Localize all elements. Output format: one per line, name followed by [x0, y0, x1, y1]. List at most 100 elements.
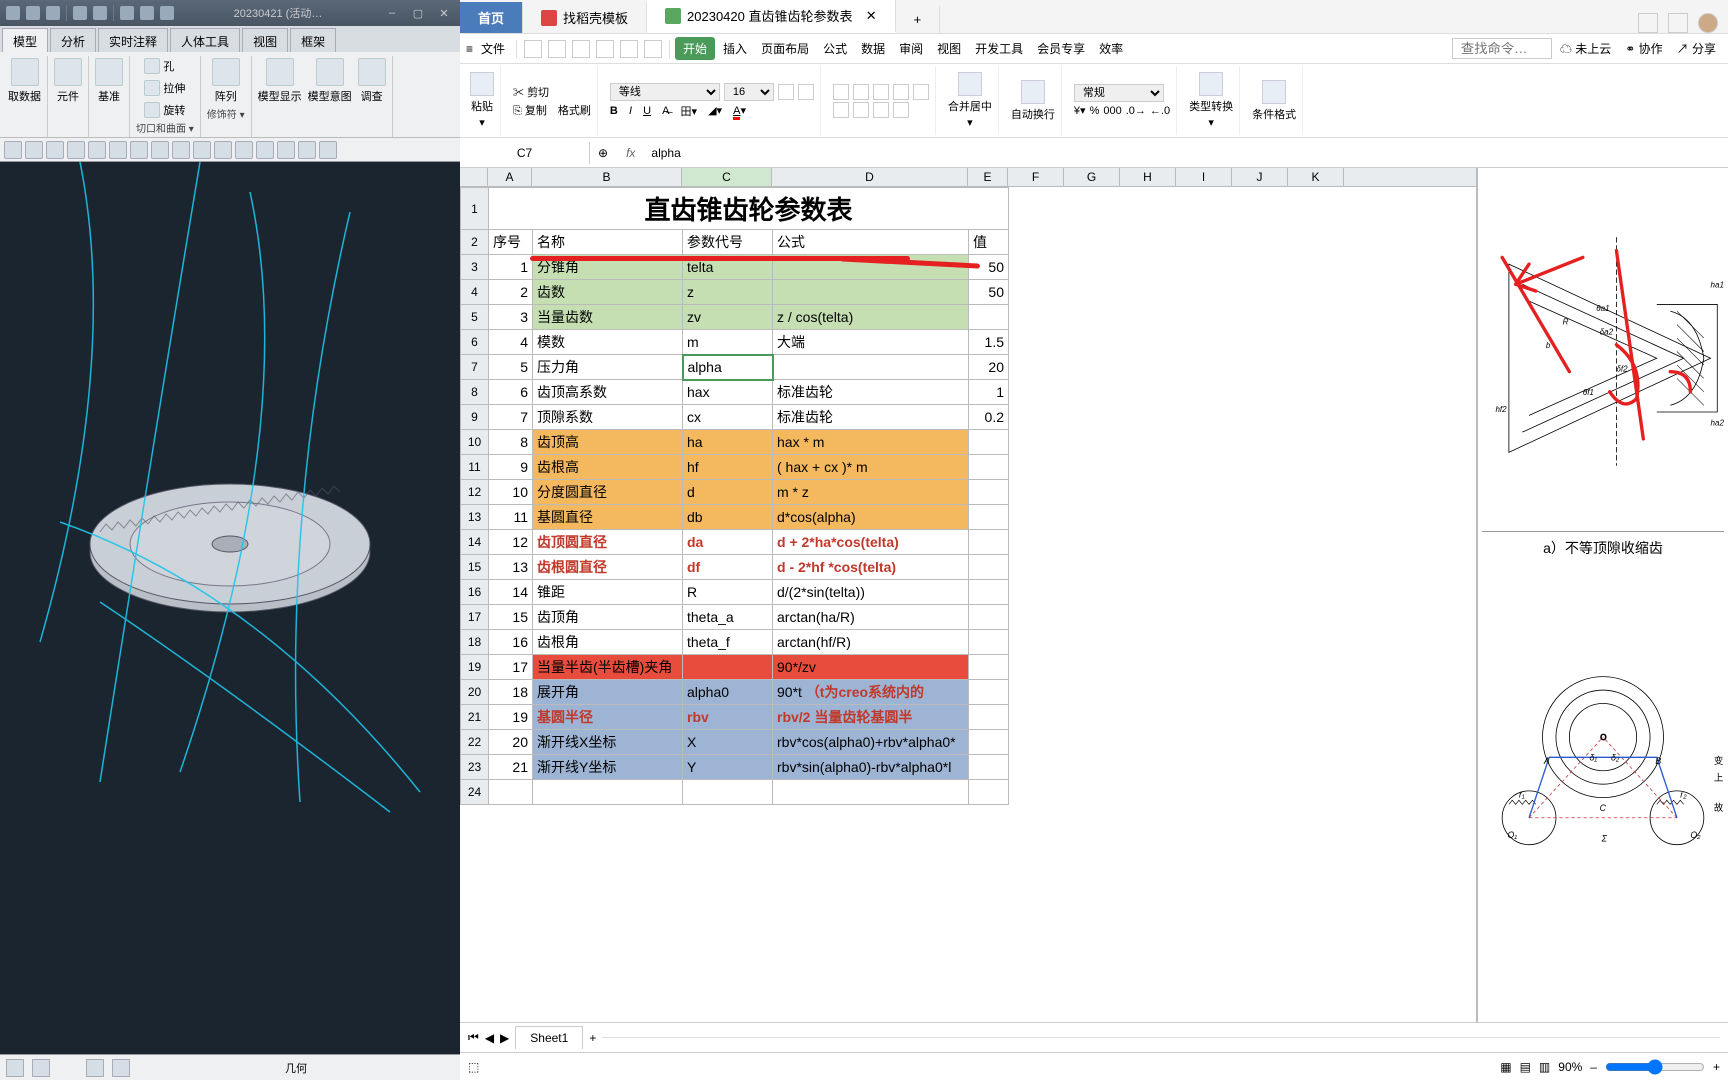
view7-icon[interactable]	[235, 141, 253, 159]
menu-view[interactable]: 视图	[931, 37, 967, 60]
layers-icon[interactable]	[112, 1059, 130, 1077]
cell[interactable]: 2	[489, 280, 533, 305]
zoom-in-button[interactable]: +	[1713, 1060, 1720, 1074]
cell[interactable]: arctan(hf/R)	[773, 630, 969, 655]
cell[interactable]: 齿根高	[533, 455, 683, 480]
play-icon[interactable]	[277, 141, 295, 159]
cell[interactable]: 5	[489, 355, 533, 380]
view3-icon[interactable]	[151, 141, 169, 159]
copy-button[interactable]: ⎘ 复制	[513, 102, 547, 118]
cell[interactable]: 1	[489, 255, 533, 280]
cell[interactable]: m	[683, 330, 773, 355]
cell[interactable]: 基圆直径	[533, 505, 683, 530]
cell[interactable]: hf	[683, 455, 773, 480]
cell[interactable]	[969, 705, 1009, 730]
cell[interactable]: da	[683, 530, 773, 555]
align-left-icon[interactable]	[833, 102, 849, 118]
undo-icon[interactable]	[620, 40, 638, 58]
view1-icon[interactable]	[109, 141, 127, 159]
cut-button[interactable]: ✂ 剪切	[513, 84, 549, 100]
cell[interactable]: X	[683, 730, 773, 755]
condfmt-button[interactable]: 条件格式	[1252, 80, 1296, 122]
status-icon[interactable]	[6, 1059, 24, 1077]
fontcolor-button[interactable]: A▾	[733, 104, 746, 117]
cell[interactable]: 分度圆直径	[533, 480, 683, 505]
menu-layout[interactable]: 页面布局	[755, 37, 815, 60]
cell[interactable]: rbv*cos(alpha0)+rbv*alpha0*	[773, 730, 969, 755]
menu-file[interactable]: 文件	[475, 37, 511, 60]
dec-inc-icon[interactable]: .0→	[1126, 105, 1146, 117]
cell[interactable]: ( hax + cx )* m	[773, 455, 969, 480]
cell[interactable]	[969, 580, 1009, 605]
cell[interactable]: 齿顶高系数	[533, 380, 683, 405]
col-header[interactable]: A	[488, 168, 532, 186]
cell[interactable]: 齿顶高	[533, 430, 683, 455]
component-button[interactable]: 元件	[54, 58, 82, 104]
justify-icon[interactable]	[893, 102, 909, 118]
menu-start[interactable]: 开始	[675, 37, 715, 60]
cell[interactable]: 压力角	[533, 355, 683, 380]
currency-icon[interactable]: ¥▾	[1074, 104, 1086, 117]
investigate-button[interactable]: 调查	[358, 58, 386, 104]
col-header[interactable]: I	[1176, 168, 1232, 186]
add-sheet-button[interactable]: +	[589, 1031, 596, 1045]
sheet-tab[interactable]: Sheet1	[515, 1026, 583, 1049]
cell[interactable]: hax	[683, 380, 773, 405]
cell[interactable]: d	[683, 480, 773, 505]
col-header[interactable]: C	[682, 168, 772, 186]
brush-button[interactable]: 格式刷	[558, 102, 591, 118]
select-all-corner[interactable]	[460, 168, 488, 186]
merge-button[interactable]: 合并居中▾	[948, 72, 992, 129]
dec-dec-icon[interactable]: ←.0	[1150, 105, 1170, 117]
view-break-icon[interactable]: ▥	[1539, 1060, 1550, 1074]
align-mid-icon[interactable]	[853, 84, 869, 100]
cell[interactable]	[969, 480, 1009, 505]
tab-tools[interactable]: 人体工具	[170, 28, 240, 52]
redo-icon[interactable]	[644, 40, 662, 58]
tab-frame[interactable]: 框架	[290, 28, 336, 52]
menu-data[interactable]: 数据	[855, 37, 891, 60]
cell[interactable]: zv	[683, 305, 773, 330]
cell[interactable]	[969, 655, 1009, 680]
add-tab[interactable]: +	[896, 6, 941, 33]
sheet-nav-prev-icon[interactable]: ◀	[485, 1031, 494, 1045]
col-header[interactable]: H	[1120, 168, 1176, 186]
cell[interactable]: 7	[489, 405, 533, 430]
cell[interactable]: hax * m	[773, 430, 969, 455]
cell[interactable]: 18	[489, 680, 533, 705]
cell[interactable]: arctan(ha/R)	[773, 605, 969, 630]
filter-icon[interactable]	[86, 1059, 104, 1077]
col-header[interactable]: G	[1064, 168, 1120, 186]
bold-button[interactable]: B	[610, 105, 618, 117]
cell[interactable]: db	[683, 505, 773, 530]
flag-icon[interactable]	[32, 1059, 50, 1077]
tool3-icon[interactable]	[160, 6, 174, 20]
cell[interactable]: rbv	[683, 705, 773, 730]
cell[interactable]	[969, 755, 1009, 780]
saveas-icon[interactable]	[548, 40, 566, 58]
cell[interactable]: 16	[489, 630, 533, 655]
cell[interactable]: 齿数	[533, 280, 683, 305]
menu-formula[interactable]: 公式	[817, 37, 853, 60]
datum-button[interactable]: 基准	[95, 58, 123, 104]
command-search-input[interactable]	[1452, 38, 1552, 59]
zoom-level[interactable]: 90%	[1558, 1060, 1582, 1074]
cell[interactable]: 大端	[773, 330, 969, 355]
cell[interactable]	[969, 630, 1009, 655]
extrude-button[interactable]: 拉伸	[144, 80, 185, 96]
avatar-icon[interactable]	[1698, 13, 1718, 33]
inc-font-icon[interactable]	[778, 84, 794, 100]
cell[interactable]: rbv*sin(alpha0)-rbv*alpha0*l	[773, 755, 969, 780]
cell[interactable]: 展开角	[533, 680, 683, 705]
cell[interactable]	[969, 605, 1009, 630]
preview-icon[interactable]	[596, 40, 614, 58]
menu-efficiency[interactable]: 效率	[1093, 37, 1129, 60]
save-icon[interactable]	[524, 40, 542, 58]
hole-button[interactable]: 孔	[144, 58, 174, 74]
rotate-icon[interactable]	[88, 141, 106, 159]
cell[interactable]: rbv/2 当量齿轮基圆半	[773, 705, 969, 730]
menu-devtools[interactable]: 开发工具	[969, 37, 1029, 60]
tab-model[interactable]: 模型	[2, 28, 48, 52]
zoom-slider[interactable]	[1605, 1059, 1705, 1075]
menu-review[interactable]: 审阅	[893, 37, 929, 60]
